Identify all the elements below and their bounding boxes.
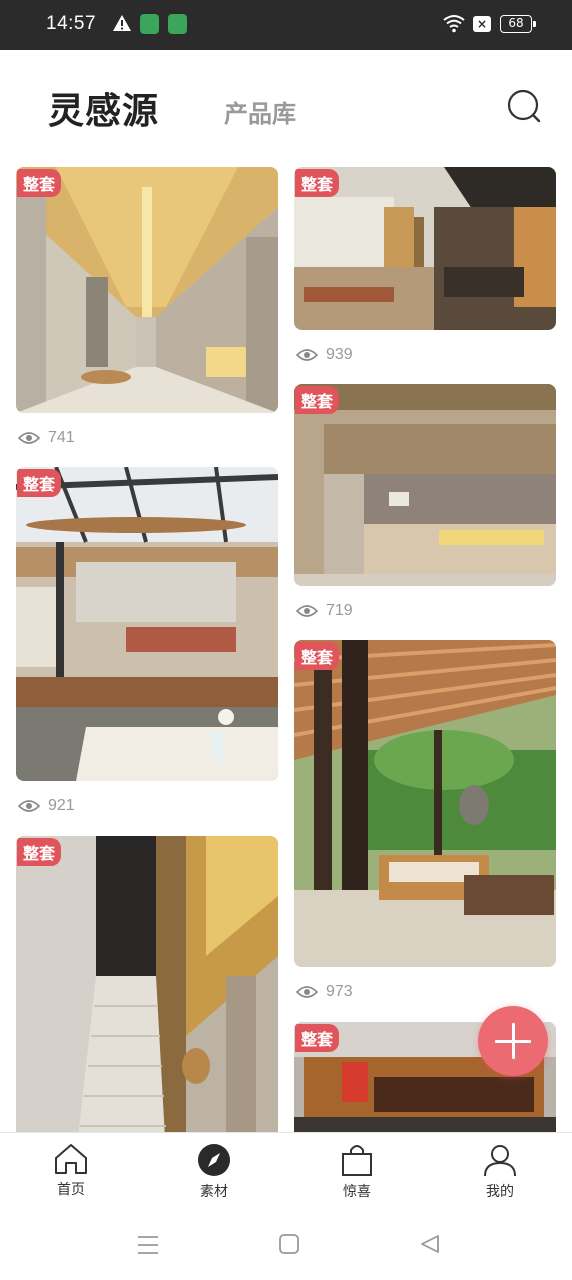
view-count: 921 bbox=[18, 794, 75, 818]
material-card[interactable]: 整套 bbox=[294, 167, 556, 330]
system-navigation-bar bbox=[0, 1212, 572, 1280]
material-card[interactable]: 整套 bbox=[16, 467, 278, 781]
material-card[interactable]: 整套 bbox=[16, 167, 278, 413]
bottom-tab-bar: 首页 素材 惊喜 我的 bbox=[0, 1132, 572, 1212]
status-bar: 14:57 × 68 bbox=[0, 0, 572, 50]
sim-off-icon: × bbox=[473, 16, 491, 32]
user-icon bbox=[484, 1145, 516, 1177]
view-count-value: 921 bbox=[48, 797, 75, 814]
back-triangle-icon[interactable] bbox=[420, 1234, 440, 1254]
bundle-badge: 整套 bbox=[295, 642, 340, 670]
card-image bbox=[16, 167, 278, 413]
bundle-badge: 整套 bbox=[295, 1024, 340, 1052]
home-square-icon[interactable] bbox=[279, 1234, 299, 1254]
material-card[interactable]: 整套 bbox=[294, 384, 556, 586]
home-icon bbox=[55, 1144, 87, 1174]
view-count: 719 bbox=[296, 599, 353, 623]
material-card[interactable]: 整套 bbox=[294, 640, 556, 967]
tab-inspiration[interactable]: 灵感源 bbox=[48, 82, 159, 134]
app-notification-icon bbox=[140, 14, 159, 34]
view-count-value: 939 bbox=[326, 346, 353, 363]
compass-icon bbox=[198, 1144, 230, 1176]
bundle-badge: 整套 bbox=[17, 838, 62, 866]
tab-material-label: 素材 bbox=[200, 1184, 228, 1200]
eye-icon bbox=[296, 349, 318, 361]
eye-icon bbox=[296, 986, 318, 998]
bundle-badge: 整套 bbox=[295, 169, 340, 197]
tab-material[interactable]: 素材 bbox=[174, 1143, 254, 1205]
tab-home[interactable]: 首页 bbox=[31, 1143, 111, 1205]
eye-icon bbox=[18, 432, 40, 444]
status-time: 14:57 bbox=[46, 13, 97, 34]
bundle-badge: 整套 bbox=[295, 386, 340, 414]
menu-icon[interactable] bbox=[137, 1234, 159, 1256]
view-count-value: 973 bbox=[326, 983, 353, 1000]
bundle-badge: 整套 bbox=[17, 169, 62, 197]
view-count-value: 719 bbox=[326, 602, 353, 619]
tab-surprise-label: 惊喜 bbox=[343, 1184, 371, 1200]
shopping-bag-icon bbox=[342, 1145, 372, 1176]
wifi-icon bbox=[443, 15, 465, 33]
card-image bbox=[16, 467, 278, 781]
top-navigation: 灵感源 产品库 bbox=[0, 50, 572, 160]
view-count: 939 bbox=[296, 343, 353, 367]
card-image bbox=[294, 640, 556, 967]
tab-home-label: 首页 bbox=[57, 1182, 85, 1198]
view-count: 973 bbox=[296, 980, 353, 1004]
shield-app-icon bbox=[168, 14, 187, 34]
warning-icon bbox=[113, 15, 131, 31]
tab-product-library[interactable]: 产品库 bbox=[224, 94, 296, 129]
battery-icon: 68 bbox=[500, 15, 536, 33]
eye-icon bbox=[18, 800, 40, 812]
tab-surprise[interactable]: 惊喜 bbox=[317, 1143, 397, 1205]
tab-mine[interactable]: 我的 bbox=[460, 1143, 540, 1205]
tab-mine-label: 我的 bbox=[486, 1184, 514, 1200]
bundle-badge: 整套 bbox=[17, 469, 62, 497]
add-button[interactable] bbox=[478, 1006, 548, 1076]
material-feed[interactable]: 整套 741 整套 939 整套 719 整套 921 整套 973 整套 整套 bbox=[0, 160, 572, 1132]
view-count: 741 bbox=[18, 426, 75, 450]
eye-icon bbox=[296, 605, 318, 617]
card-image bbox=[16, 836, 278, 1132]
view-count-value: 741 bbox=[48, 429, 75, 446]
search-icon[interactable] bbox=[506, 88, 542, 124]
material-card[interactable]: 整套 bbox=[16, 836, 278, 1132]
card-image bbox=[294, 384, 556, 586]
